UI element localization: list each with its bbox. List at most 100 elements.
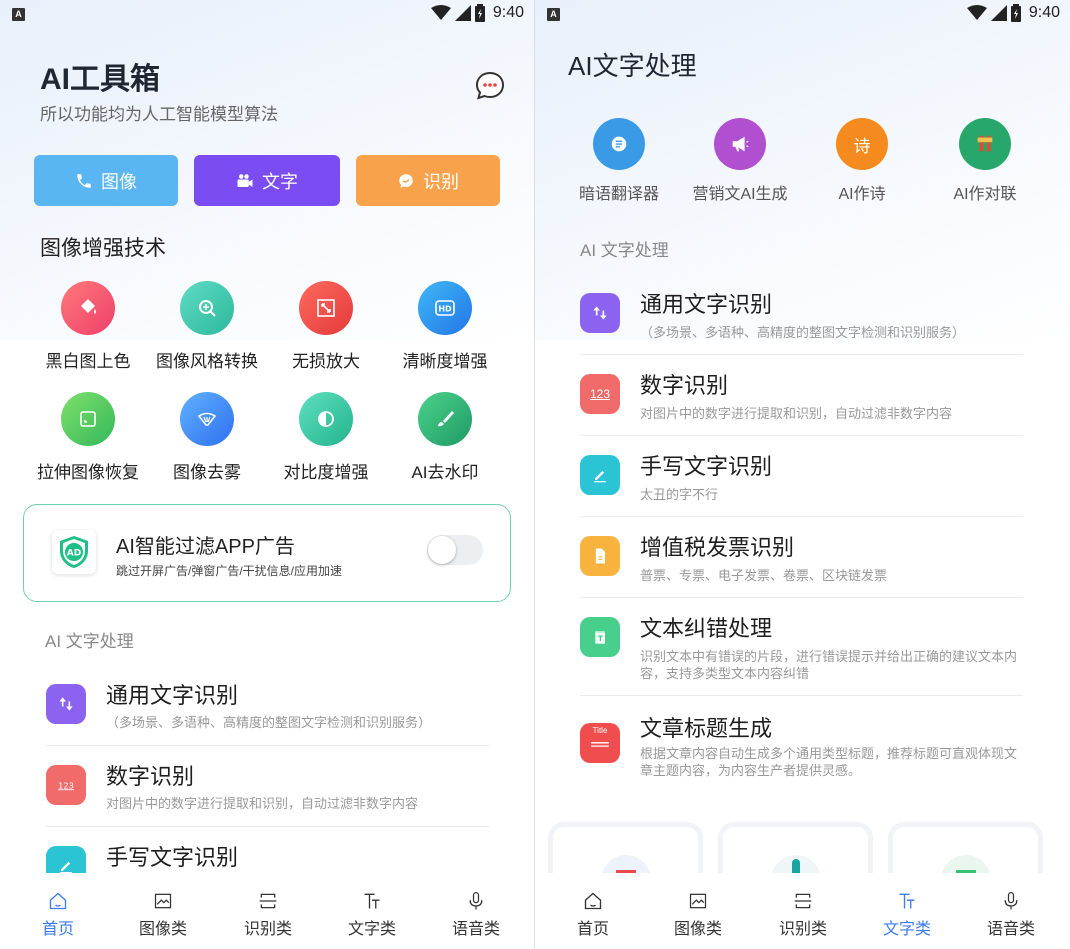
fog-icon [180,392,234,446]
divider [580,695,1023,696]
list-item-title: 增值税发票识别 [640,535,795,560]
couplet-icon [959,118,1011,170]
tab-image[interactable]: 图像类 [658,891,738,939]
tool-label: AI去水印 [411,463,479,482]
tool-style-transfer[interactable]: 图像风格转换 [147,281,267,372]
clock: 9:40 [1028,4,1060,21]
divider [580,516,1023,517]
frame-icon [61,392,115,446]
tab-label: 识别类 [243,921,292,938]
megaphone-icon [714,118,766,170]
feature-label: AI作诗 [838,186,886,203]
document-check-icon [580,617,620,657]
feature-label: 暗语翻译器 [578,186,659,203]
pen-icon [580,455,620,495]
list-item-desc: 对图片中的数字进行提取和识别，自动过滤非数字内容 [106,796,419,811]
feature-marketing[interactable]: 营销文AI生成 [685,118,795,204]
tool-colorize[interactable]: 黑白图上色 [28,281,148,372]
list-item-title: 文章标题生成 [640,716,773,741]
tool-label: 清晰度增强 [402,352,488,371]
feature-translator[interactable]: 暗语翻译器 [564,118,674,204]
numbers-glyph: 123 [589,387,611,401]
tool-label: 对比度增强 [283,463,369,482]
tool-stretch-restore[interactable]: 拉伸图像恢复 [28,392,148,483]
list-item-title: 手写文字识别 [640,454,773,479]
wifi-icon [430,5,451,20]
ad-filter-toggle[interactable] [427,535,483,565]
feature-label: AI作对联 [953,186,1017,203]
feature-poem[interactable]: 诗 AI作诗 [807,118,917,204]
feature-couplet[interactable]: AI作对联 [930,118,1040,204]
tab-image[interactable]: 图像类 [123,891,203,939]
tool-upscale[interactable]: 无损放大 [266,281,386,372]
notification-badge: A [12,8,25,21]
hd-icon: HD [418,281,472,335]
text-screen: A 9:40 AI文字处理 暗语翻译器 营销文AI生成 诗 AI作诗 AI作对联… [535,0,1070,949]
ad-badge-text: AD [67,549,81,559]
tool-label: 黑白图上色 [45,352,131,371]
paint-bucket-icon [61,281,115,335]
text-icon [364,893,380,909]
status-bar: A 9:40 [0,0,534,30]
numbers-icon: 123 [46,765,86,805]
category-recognition-button[interactable]: 识别 [356,155,500,206]
category-text-button[interactable]: 文字 [194,155,340,206]
list-item-title: 文本纠错处理 [640,616,773,641]
tool-label: 拉伸图像恢复 [37,463,139,482]
text-section-title: AI 文字处理 [580,241,669,260]
magnify-plus-icon [180,281,234,335]
tab-recognition[interactable]: 识别类 [228,891,308,939]
expand-icon [299,281,353,335]
list-item-title: 通用文字识别 [640,292,773,317]
tab-text[interactable]: 文字类 [867,891,947,939]
tab-label: 语音类 [986,921,1035,938]
category-image-button[interactable]: 图像 [34,155,178,206]
text-icon [899,893,915,909]
category-recognition-label: 识别 [423,171,459,192]
tab-voice[interactable]: 语音类 [971,891,1051,939]
tab-text[interactable]: 文字类 [332,891,412,939]
wifi-icon [966,5,987,20]
category-text-label: 文字 [262,171,298,192]
tab-label: 图像类 [138,921,187,938]
microphone-icon [469,892,483,910]
home-icon [584,892,602,910]
tab-label: 文字类 [882,921,931,938]
list-item-title: 数字识别 [640,373,729,398]
category-image-label: 图像 [101,171,137,192]
tab-label: 首页 [576,921,609,938]
tab-label: 图像类 [673,921,722,938]
divider [580,597,1023,598]
tool-dehaze[interactable]: 图像去雾 [147,392,267,483]
bottom-tab-bar: 首页 图像类 识别类 文字类 语音类 [535,873,1070,949]
signal-icon [454,5,471,21]
brush-icon [418,392,472,446]
tool-sharpen[interactable]: HD 清晰度增强 [385,281,505,372]
text-section-title: AI 文字处理 [45,632,134,651]
tool-remove-watermark[interactable]: AI去水印 [385,392,505,483]
tool-contrast[interactable]: 对比度增强 [266,392,386,483]
shield-icon: AD [52,530,96,574]
list-item-title: 通用文字识别 [106,683,239,708]
tab-voice[interactable]: 语音类 [436,891,516,939]
microphone-icon [1004,892,1018,910]
page-title: AI文字处理 [568,51,697,81]
chat-bubble-icon [399,173,413,188]
video-camera-icon [237,173,253,187]
poem-glyph: 诗 [853,136,871,156]
chat-icon[interactable] [474,70,506,102]
tab-recognition[interactable]: 识别类 [763,891,843,939]
list-item-desc: 根据文章内容自动生成多个通用类型标题，推荐标题可直观体现文章主题内容，为内容生产… [640,746,1018,778]
feature-label: 营销文AI生成 [692,186,788,203]
divider [46,826,489,827]
tool-label: 图像去雾 [173,463,241,482]
list-item-desc: 太丑的字不行 [640,487,719,502]
tab-home[interactable]: 首页 [18,891,98,939]
list-item-desc: （多场景、多语种、高精度的整图文字检测和识别服务） [106,715,432,730]
sort-icon [46,684,86,724]
divider [46,745,489,746]
list-item-title: 数字识别 [106,764,195,789]
ad-filter-card[interactable]: AD AI智能过滤APP广告 跳过开屏广告/弹窗广告/干扰信息/应用加速 [23,504,511,602]
tab-home[interactable]: 首页 [553,891,633,939]
list-item-title: 手写文字识别 [106,845,239,870]
